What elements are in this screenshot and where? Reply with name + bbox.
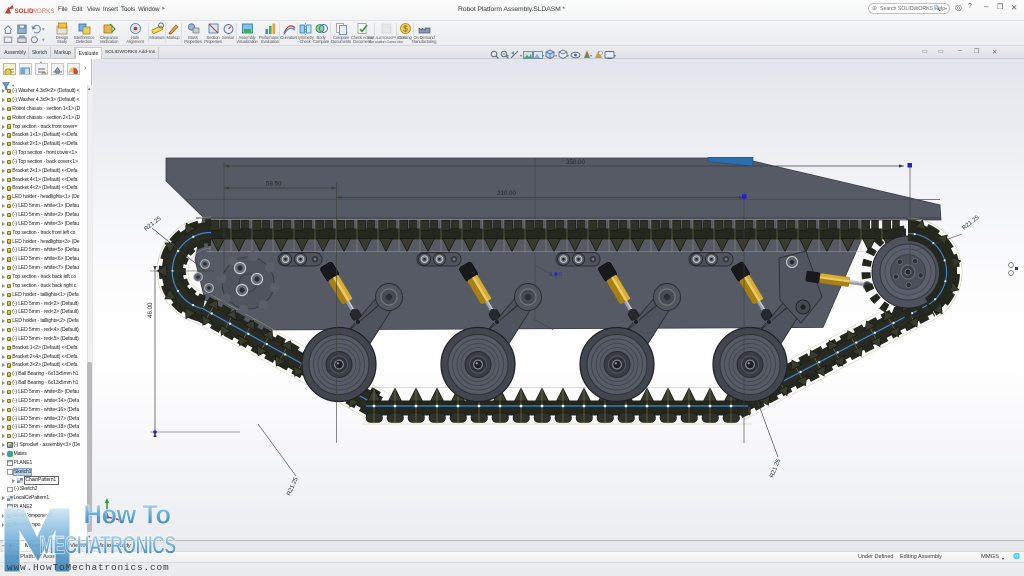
svg-text:R21.25: R21.25 (286, 476, 300, 497)
svg-text:R21.25: R21.25 (144, 216, 163, 233)
svg-text:3: 3 (549, 272, 552, 278)
svg-text:R21.25: R21.25 (769, 458, 782, 479)
svg-text:58.50: 58.50 (266, 181, 282, 188)
svg-text:0: 0 (559, 272, 562, 278)
svg-text:46.00: 46.00 (147, 302, 154, 318)
svg-text:WORKS: WORKS (31, 8, 54, 15)
svg-text:350.00: 350.00 (566, 159, 585, 166)
svg-text:MECHATRONICS: MECHATRONICS (39, 530, 176, 559)
svg-text:R21.25: R21.25 (962, 215, 981, 232)
svg-text:210.00: 210.00 (497, 190, 516, 197)
svg-text:How To: How To (84, 500, 171, 530)
